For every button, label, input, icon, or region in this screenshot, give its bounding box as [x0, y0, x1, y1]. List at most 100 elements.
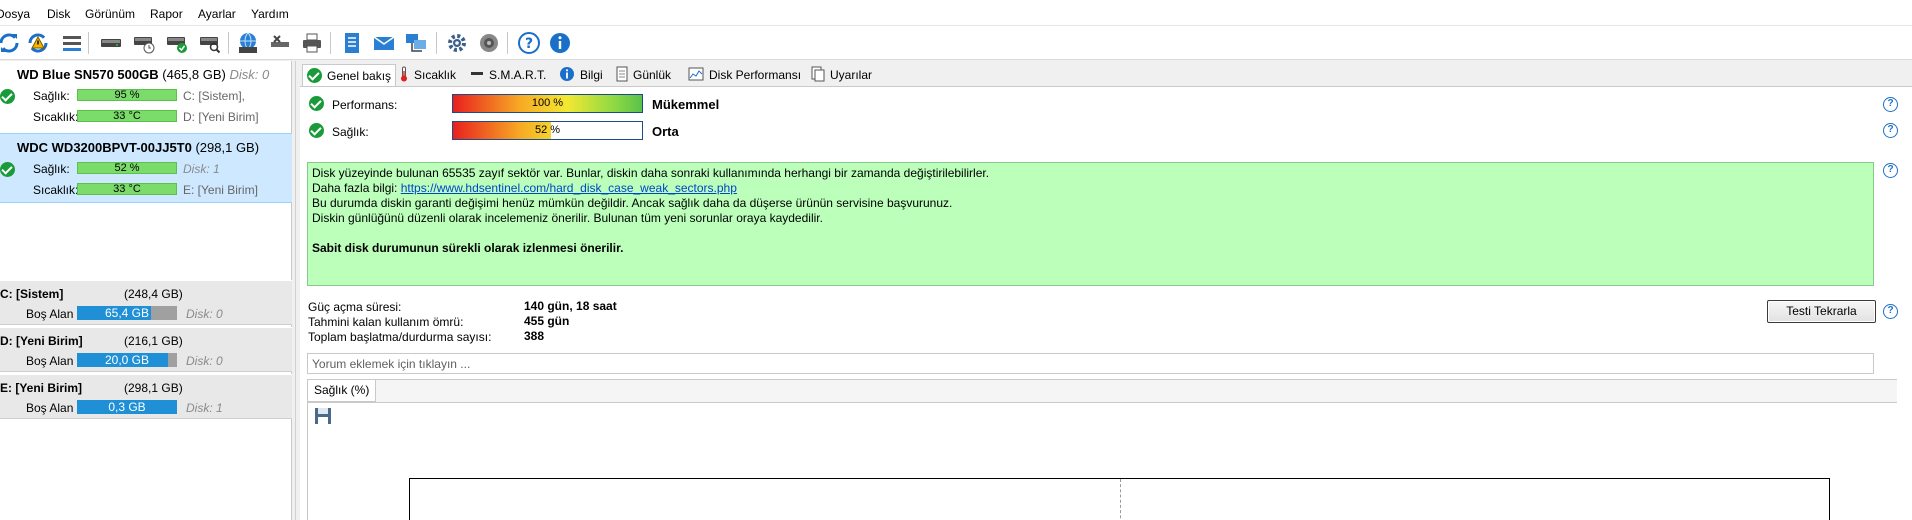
- message-line: Diskin günlüğünü düzenli olarak inceleme…: [312, 211, 823, 225]
- help-icon[interactable]: ?: [1883, 304, 1898, 319]
- disk-item[interactable]: WD Blue SN570 500GB (465,8 GB) Disk: 0 S…: [0, 61, 292, 131]
- tab-gunluk[interactable]: Günlük: [616, 64, 671, 86]
- health-chart: [307, 402, 1897, 520]
- performance-value: 100 %: [531, 97, 564, 109]
- panel-splitter[interactable]: [292, 61, 296, 520]
- disk-number: Disk: 0: [229, 67, 270, 82]
- performance-rating: Mükemmel: [652, 97, 720, 112]
- volume-item[interactable]: E: [Yeni Birim] (298,1 GB) Boş Alan 0,3 …: [0, 374, 292, 419]
- help-icon[interactable]: ?: [1883, 163, 1898, 178]
- disk-name: WD Blue SN570 500GB (465,8 GB) Disk: 0: [17, 67, 269, 82]
- message-line: Daha fazla bilgi: https://www.hdsentinel…: [312, 181, 1869, 196]
- tab-label: Genel bakış: [327, 68, 392, 83]
- printer-icon[interactable]: [298, 29, 326, 57]
- refresh-warning-icon[interactable]: [24, 29, 52, 57]
- disk-model: WD Blue SN570 500GB: [17, 67, 159, 82]
- tab-bilgi[interactable]: Bilgi: [559, 64, 603, 86]
- disk-clock-icon[interactable]: [130, 29, 158, 57]
- free-space-bar: 0,3 GB: [77, 400, 177, 414]
- toolbar: ?: [0, 26, 1912, 60]
- free-space-label: Boş Alan: [26, 307, 74, 321]
- performance-label: Performans:: [332, 98, 398, 112]
- info-icon[interactable]: [546, 29, 574, 57]
- free-space-label: Boş Alan: [26, 401, 74, 415]
- volume-size: (248,4 GB): [124, 287, 183, 301]
- menu-disk[interactable]: Disk: [47, 7, 70, 21]
- gear-icon[interactable]: [443, 29, 471, 57]
- speaker-icon[interactable]: [475, 29, 503, 57]
- help-icon[interactable]: ?: [515, 29, 543, 57]
- repeat-test-button[interactable]: Testi Tekrarla: [1767, 300, 1876, 323]
- info-icon: [559, 66, 575, 85]
- globe-disk-icon[interactable]: [234, 29, 262, 57]
- start-stop-value: 388: [524, 329, 545, 343]
- volume-size: (298,1 GB): [124, 381, 183, 395]
- message-line: Disk yüzeyinde bulunan 65535 zayıf sektö…: [312, 166, 990, 180]
- free-space-bar: 65,4 GB: [77, 306, 177, 320]
- tab-genel-bakis[interactable]: Genel bakış: [302, 64, 397, 86]
- tab-smart[interactable]: S.M.A.R.T.: [470, 64, 546, 86]
- notes-icon[interactable]: [338, 29, 366, 57]
- temperature-label: Sıcaklık:: [33, 110, 79, 124]
- toolbar-separator: [507, 32, 508, 54]
- health-label: Sağlık:: [33, 89, 70, 103]
- power-on-label: Güç açma süresi:: [308, 300, 402, 314]
- volume-item[interactable]: D: [Yeni Birim] (216,1 GB) Boş Alan 20,0…: [0, 327, 292, 372]
- free-space-bar: 20,0 GB: [77, 353, 177, 367]
- performance-icon: [688, 67, 704, 84]
- health-bar: 52 %: [77, 162, 177, 174]
- disk-check-icon[interactable]: [163, 29, 191, 57]
- help-icon[interactable]: ?: [1883, 123, 1898, 138]
- tab-uyarilar[interactable]: Uyarılar: [811, 64, 872, 86]
- disk-number: Disk: 1: [183, 162, 220, 176]
- svg-text:?: ?: [525, 36, 533, 52]
- disk-search-icon[interactable]: [196, 29, 224, 57]
- free-space-value: 20,0 GB: [104, 353, 150, 367]
- check-icon: [307, 68, 322, 83]
- check-icon: [309, 123, 324, 138]
- info-link[interactable]: https://www.hdsentinel.com/hard_disk_cas…: [401, 181, 737, 195]
- tab-sicaklik[interactable]: Sıcaklık: [399, 64, 456, 86]
- refresh-icon[interactable]: [0, 29, 23, 57]
- tools-icon[interactable]: [266, 29, 294, 57]
- save-icon[interactable]: [314, 407, 332, 425]
- help-icon[interactable]: ?: [1883, 97, 1898, 112]
- tab-disk-performansi[interactable]: Disk Performansı: [688, 64, 801, 86]
- power-on-value: 140 gün, 18 saat: [524, 299, 617, 313]
- menu-yardim[interactable]: Yardım: [251, 7, 289, 21]
- menu-ayarlar[interactable]: Ayarlar: [198, 7, 236, 21]
- disk-item-selected[interactable]: WDC WD3200BPVT-00JJ5T0 (298,1 GB) Sağlık…: [0, 133, 292, 203]
- disk-list-icon[interactable]: [58, 29, 86, 57]
- volume-name: D: [Yeni Birim]: [0, 334, 83, 348]
- start-stop-label: Toplam başlatma/durdurma sayısı:: [308, 330, 492, 344]
- volume-item[interactable]: C: [Sistem] (248,4 GB) Boş Alan 65,4 GB …: [0, 280, 292, 325]
- partition-label: E: [Yeni Birim]: [183, 183, 258, 197]
- menu-gorunum[interactable]: Görünüm: [85, 7, 135, 21]
- alerts-icon: [811, 66, 825, 85]
- network-icon[interactable]: [402, 29, 430, 57]
- tab-health-chart[interactable]: Sağlık (%): [307, 380, 377, 402]
- tab-label: Uyarılar: [830, 68, 873, 82]
- volume-disk: Disk: 0: [186, 354, 223, 368]
- disk-icon[interactable]: [97, 29, 125, 57]
- comment-input[interactable]: Yorum eklemek için tıklayın ...: [307, 353, 1874, 374]
- lifetime-value: 455 gün: [524, 314, 570, 328]
- temperature-label: Sıcaklık:: [33, 183, 79, 197]
- tab-label: Günlük: [633, 68, 672, 82]
- check-icon: [309, 96, 324, 111]
- health-bar: 95 %: [77, 89, 177, 101]
- health-value: 52 %: [534, 124, 561, 136]
- health-label: Sağlık:: [33, 162, 70, 176]
- health-bar: 52 %: [452, 121, 643, 140]
- volume-disk: Disk: 1: [186, 401, 223, 415]
- health-rating: Orta: [652, 124, 679, 139]
- menu-dosya[interactable]: Dosya: [0, 7, 30, 21]
- toolbar-separator: [330, 32, 331, 54]
- tab-label: S.M.A.R.T.: [489, 68, 547, 82]
- tab-label: Bilgi: [580, 68, 603, 82]
- mail-icon[interactable]: [370, 29, 398, 57]
- volume-disk: Disk: 0: [186, 307, 223, 321]
- message-prefix: Daha fazla bilgi:: [312, 181, 401, 195]
- menu-rapor[interactable]: Rapor: [150, 7, 183, 21]
